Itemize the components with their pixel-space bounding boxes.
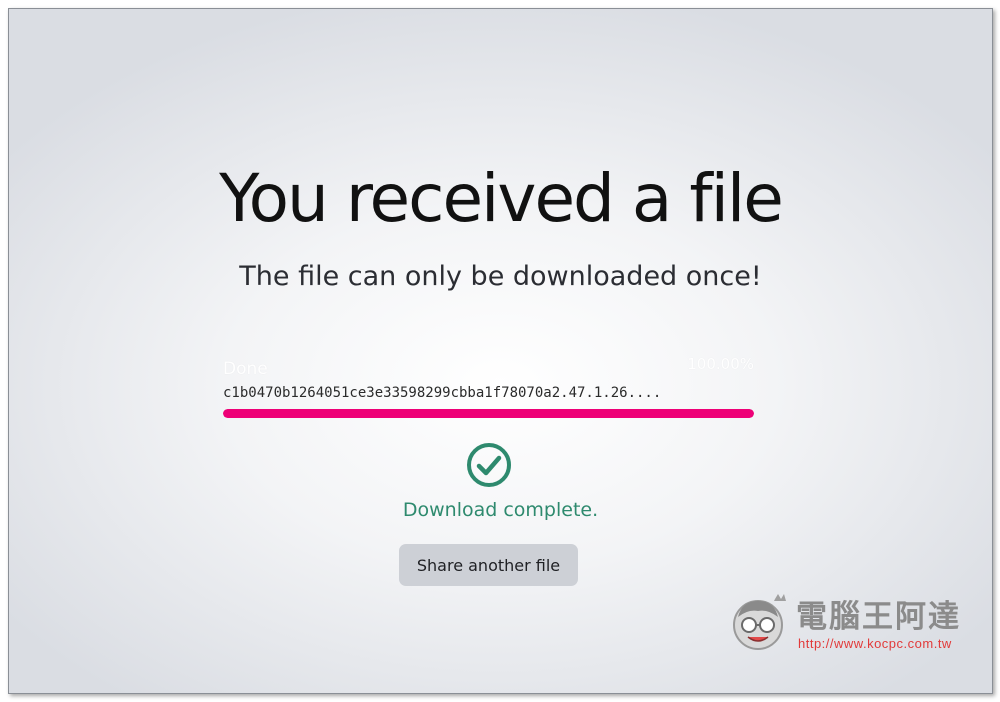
percent-label: 100.00%: [687, 355, 754, 373]
status-label: Done: [223, 359, 268, 379]
progress-fill: [223, 409, 754, 418]
status-row: Done 100.00%: [223, 355, 754, 381]
download-complete-message: Download complete.: [402, 499, 599, 521]
watermark-brand: 電腦王阿達: [796, 599, 961, 635]
share-another-file-button[interactable]: Share another file: [399, 544, 578, 586]
mascot-face-icon: [733, 594, 786, 650]
page-title: You received a file: [219, 160, 784, 237]
progress-track: [223, 409, 754, 418]
watermark-url: http://www.kocpc.com.tw: [798, 636, 952, 651]
page-subtitle: The file can only be downloaded once!: [239, 261, 762, 292]
check-circle-icon: [467, 443, 511, 487]
file-name: c1b0470b1264051ce3e33598299cbba1f78070a2…: [223, 385, 662, 401]
page-frame: You received a file The file can only be…: [8, 8, 993, 694]
watermark: 電腦王阿達 http://www.kocpc.com.tw: [724, 589, 974, 659]
transfer-progress: Done 100.00% c1b0470b1264051ce3e33598299…: [223, 355, 754, 418]
